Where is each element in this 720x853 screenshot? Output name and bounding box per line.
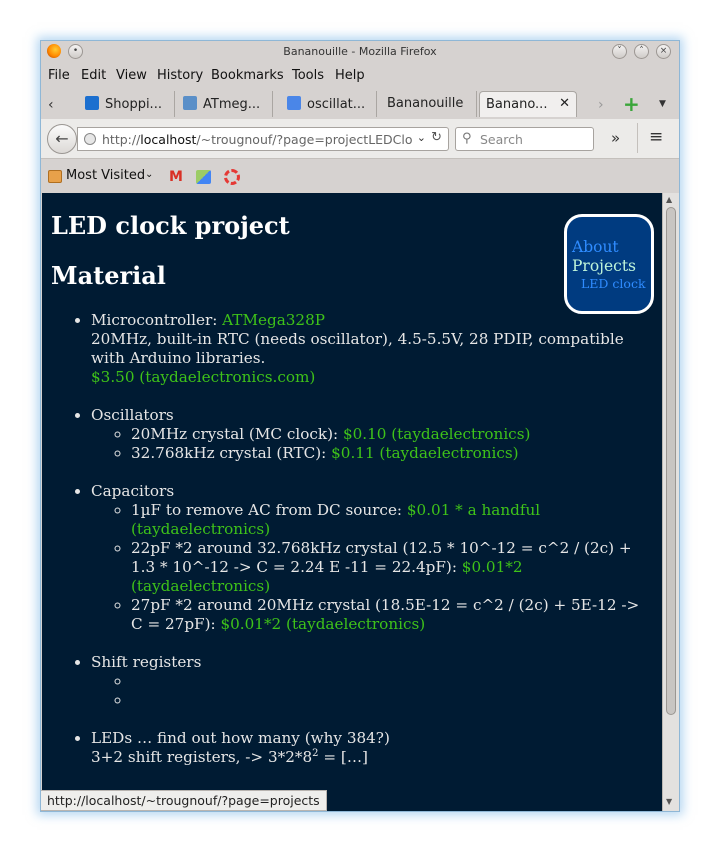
sub-item: 1µF to remove AC from DC source: $0.01 *…: [131, 501, 652, 539]
item-label: Shift registers: [91, 653, 202, 671]
google-icon: [287, 96, 301, 110]
section-heading: Material: [51, 261, 166, 290]
reload-icon[interactable]: ↻: [431, 130, 442, 145]
tab-label: Bananouille: [387, 96, 464, 111]
menu-edit[interactable]: Edit: [81, 68, 106, 83]
url-path: /~trougnouf/?page=projectLEDClo: [196, 132, 413, 147]
item-description: 20MHz, built-in RTC (needs oscillator), …: [91, 330, 624, 367]
nav-toolbar: http://localhost/~trougnouf/?page=projec…: [41, 119, 679, 159]
menu-help[interactable]: Help: [335, 68, 365, 83]
status-bar-url: http://localhost/~trougnouf/?page=projec…: [41, 790, 327, 811]
item-label: Microcontroller:: [91, 311, 223, 329]
sub-item: 27pF *2 around 20MHz crystal (18.5E-12 =…: [131, 596, 652, 634]
price-link[interactable]: $0.01*2 (taydaelectronics): [220, 615, 425, 633]
scroll-up-icon[interactable]: ▲: [666, 195, 672, 204]
gmail-icon[interactable]: M: [169, 169, 183, 185]
menu-bookmarks[interactable]: Bookmarks: [211, 68, 284, 83]
minimize-button[interactable]: ˅: [612, 44, 627, 59]
chevron-down-icon: ⌄: [145, 169, 154, 180]
menu-bar: File Edit View History Bookmarks Tools H…: [41, 65, 679, 87]
toolbar-divider: [637, 123, 638, 153]
sub-item-empty: [131, 672, 652, 691]
item-calculation: 3+2 shift registers, -> 3*2*8: [91, 748, 313, 766]
price-link[interactable]: $0.11 (taydaelectronics): [331, 444, 518, 462]
search-placeholder: Search: [480, 132, 523, 147]
sub-item: 32.768kHz crystal (RTC): $0.11 (taydaele…: [131, 444, 652, 463]
tab-label: oscillat...: [307, 97, 366, 112]
tab-bananouille[interactable]: Bananouille: [381, 91, 477, 117]
price-link[interactable]: $0.10 (taydaelectronics): [343, 425, 530, 443]
sub-item-text: 32.768kHz crystal (RTC):: [131, 444, 332, 462]
list-item-leds: LEDs … find out how many (why 384?) 3+2 …: [91, 729, 652, 767]
sub-item: 22pF *2 around 32.768kHz crystal (12.5 *…: [131, 539, 652, 596]
menu-view[interactable]: View: [116, 68, 147, 83]
maximize-button[interactable]: ˄: [634, 44, 649, 59]
page-content: LED clock project Material About Project…: [42, 193, 662, 811]
list-item-microcontroller: Microcontroller: ATMega328P 20MHz, built…: [91, 311, 652, 387]
lifebuoy-icon[interactable]: [224, 169, 240, 185]
item-label: LEDs … find out how many (why 384?): [91, 729, 390, 747]
price-link[interactable]: $3.50 (taydaelectronics.com): [91, 368, 315, 386]
list-item-shift-registers: Shift registers: [91, 653, 652, 710]
shopping-icon: [85, 96, 99, 110]
url-bar[interactable]: http://localhost/~trougnouf/?page=projec…: [77, 127, 449, 151]
sub-item-text: 1µF to remove AC from DC source:: [131, 501, 407, 519]
item-label: Oscillators: [91, 406, 174, 424]
menu-tools[interactable]: Tools: [292, 68, 324, 83]
page-title: LED clock project: [51, 211, 290, 240]
material-list: Microcontroller: ATMega328P 20MHz, built…: [42, 311, 652, 786]
tab-oscillator[interactable]: oscillat...: [281, 91, 377, 117]
nav-link-projects[interactable]: Projects: [572, 257, 636, 275]
tab-label: ATmeg...: [203, 97, 261, 112]
url-host: localhost: [140, 132, 197, 147]
folder-icon: [48, 170, 62, 183]
search-input[interactable]: ⚲ Search: [455, 127, 594, 151]
close-window-button[interactable]: ×: [656, 44, 671, 59]
tab-bananouille-active[interactable]: Banano... ✕: [479, 91, 577, 117]
most-visited-bookmark[interactable]: Most Visited: [66, 168, 145, 183]
nav-link-about[interactable]: About: [572, 238, 619, 256]
url-dropdown-icon[interactable]: ⌄: [416, 131, 426, 144]
tab-bar: ‹ Shoppi... ATmeg... oscillat... Bananou…: [41, 89, 679, 119]
search-icon: ⚲: [462, 131, 472, 146]
window-title: Bananouille - Mozilla Firefox: [283, 45, 437, 58]
sub-item-empty: [131, 691, 652, 710]
new-tab-icon[interactable]: +: [623, 92, 640, 116]
sub-item-text: 20MHz crystal (MC clock):: [131, 425, 343, 443]
maps-icon[interactable]: [196, 170, 211, 184]
tab-scroll-right-icon[interactable]: ›: [598, 97, 604, 113]
tab-label: Shoppi...: [105, 97, 162, 112]
close-tab-icon[interactable]: ✕: [559, 96, 570, 111]
list-item-oscillators: Oscillators 20MHz crystal (MC clock): $0…: [91, 406, 652, 463]
menu-file[interactable]: File: [48, 68, 70, 83]
sub-item: 20MHz crystal (MC clock): $0.10 (taydael…: [131, 425, 652, 444]
item-label: Capacitors: [91, 482, 175, 500]
back-arrow-icon: ←: [55, 129, 69, 148]
sub-item-text: 22pF *2 around 32.768kHz crystal (12.5 *…: [131, 539, 632, 576]
back-button[interactable]: ←: [47, 124, 77, 154]
list-tabs-icon[interactable]: ▼: [659, 99, 666, 109]
url-prefix: http://: [102, 132, 141, 147]
side-navigation: About Projects LED clock: [564, 214, 654, 314]
title-bar: • Bananouille - Mozilla Firefox ˅ ˄ ×: [41, 41, 679, 63]
menu-history[interactable]: History: [157, 68, 203, 83]
bookmarks-bar: Most Visited ⌄ M: [41, 163, 679, 189]
site-identity-icon[interactable]: [84, 133, 96, 145]
atmega-link[interactable]: ATMega328P: [222, 311, 325, 329]
overflow-chevron-icon[interactable]: »: [611, 129, 620, 147]
tab-atmega[interactable]: ATmeg...: [177, 91, 273, 117]
tab-label: Banano...: [486, 97, 548, 112]
scroll-down-icon[interactable]: ▼: [666, 797, 672, 806]
tab-shopping[interactable]: Shoppi...: [79, 91, 175, 117]
pen-icon: [183, 96, 197, 110]
browser-window: • Bananouille - Mozilla Firefox ˅ ˄ × Fi…: [40, 40, 680, 812]
item-calculation-result: = […]: [318, 748, 368, 766]
tab-scroll-left-icon[interactable]: ‹: [48, 97, 54, 113]
list-item-capacitors: Capacitors 1µF to remove AC from DC sour…: [91, 482, 652, 634]
hamburger-menu-icon[interactable]: ≡: [649, 127, 663, 147]
scrollbar-thumb[interactable]: [666, 207, 676, 715]
nav-link-led-clock[interactable]: LED clock: [581, 276, 646, 291]
vertical-scrollbar[interactable]: ▲ ▼: [662, 193, 679, 811]
